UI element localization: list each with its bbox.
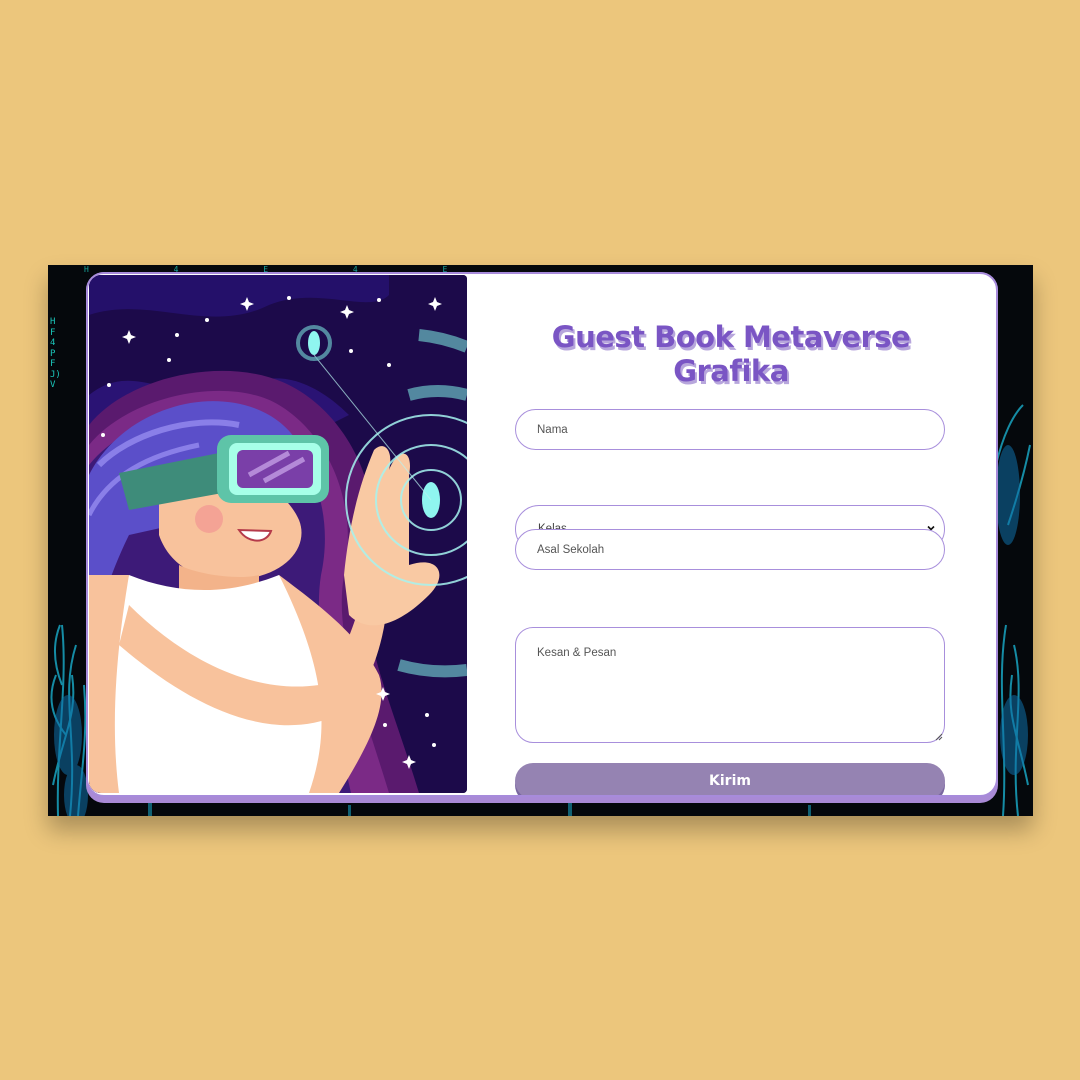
form-fields: Kelas Kirim: [515, 409, 947, 795]
nama-input[interactable]: [515, 409, 945, 450]
card-inner: Guest Book Metaverse Grafika Kelas: [86, 272, 998, 797]
kirim-button[interactable]: Kirim: [515, 763, 945, 795]
asal-sekolah-input[interactable]: [515, 529, 945, 570]
matrix-code-column: HF4PFJ)V: [50, 317, 61, 390]
resize-grip-icon[interactable]: [935, 733, 943, 741]
vr-girl-hologram-illustration: [89, 275, 467, 793]
app-screen: HF4PFJ)V H 4 E 4 E Guest Book Metaverse …: [48, 265, 1033, 816]
guest-book-form: Guest Book Metaverse Grafika Kelas: [515, 320, 947, 795]
guest-book-card: Guest Book Metaverse Grafika Kelas: [86, 272, 998, 803]
page-title: Guest Book Metaverse Grafika: [551, 320, 911, 388]
kesan-pesan-textarea[interactable]: [515, 627, 945, 743]
vr-girl-illustration-icon: [89, 275, 467, 793]
